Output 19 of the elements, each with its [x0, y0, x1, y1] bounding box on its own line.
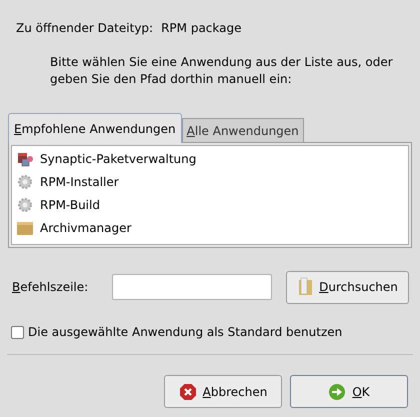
- file-type-label: Zu öffnender Dateityp:: [16, 20, 154, 37]
- cancel-button[interactable]: Abbrechen: [164, 375, 282, 408]
- command-label: Befehlszeile:: [12, 279, 90, 296]
- gear-icon: [17, 174, 33, 190]
- browse-button[interactable]: Durchsuchen: [286, 270, 409, 304]
- application-item[interactable]: Archivmanager: [12, 216, 408, 239]
- ok-button[interactable]: OK: [290, 375, 408, 408]
- file-type-value: RPM package: [161, 20, 242, 37]
- gear-icon: [17, 196, 33, 212]
- command-field[interactable]: [112, 274, 272, 300]
- default-checkbox[interactable]: Die ausgewählte Anwendung als Standard benutzen: [0, 322, 420, 342]
- application-item[interactable]: RPM-Installer: [12, 170, 408, 193]
- application-item[interactable]: RPM-Build: [12, 193, 408, 216]
- checkbox[interactable]: [11, 326, 24, 338]
- tab[interactable]: Empfohlene Anwendungen: [8, 113, 182, 143]
- application-item[interactable]: Synaptic-Paketverwaltung: [12, 147, 408, 170]
- close-icon: [178, 382, 197, 400]
- instruction-text: Bitte wählen Sie eine Anwendung aus der Liste aus, oder geben Sie den Pfad dorthin manuell ein:: [49, 54, 394, 88]
- tab[interactable]: Alle Anwendungen: [182, 118, 304, 142]
